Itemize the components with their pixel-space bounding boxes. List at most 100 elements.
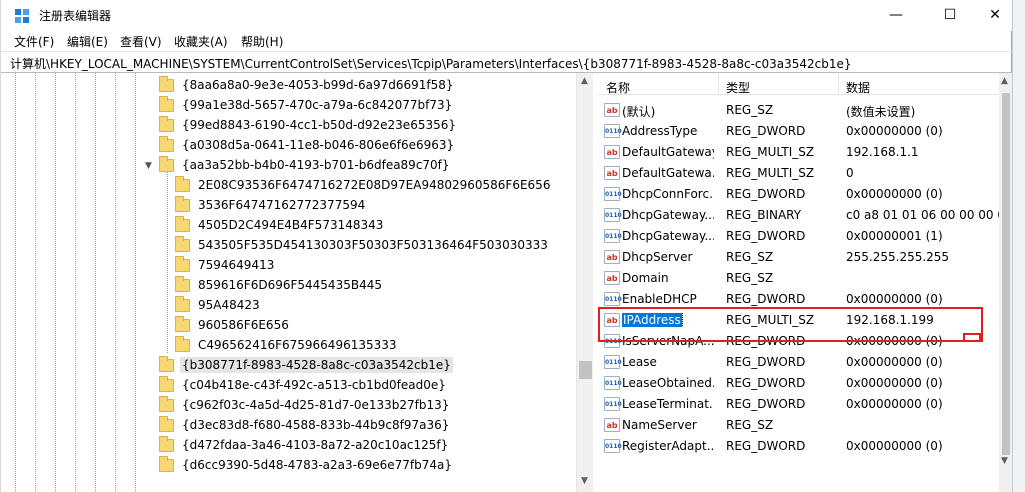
string-value-icon: ab (604, 166, 620, 180)
scroll-up-icon[interactable]: ▲ (1001, 76, 1008, 86)
tree-item[interactable]: {d6cc9390-5d48-4783-a2a3-69e6e77fb74a} (159, 455, 454, 475)
column-divider[interactable] (718, 73, 719, 95)
scroll-down-icon[interactable]: ▼ (581, 476, 588, 486)
values-scrollbar[interactable]: ▲ ▼ (999, 73, 1012, 492)
value-type: REG_DWORD (726, 124, 806, 138)
value-row[interactable]: 0110 AddressType REG_DWORD 0x00000000 (0) (598, 121, 999, 142)
value-row[interactable]: ab Domain REG_SZ (598, 268, 999, 289)
tree-scrollbar[interactable]: ▲ ▼ (576, 73, 593, 492)
tree-item[interactable]: 543505F535D454130303F50303F503136464F503… (175, 235, 550, 255)
value-name: RegisterAdapt... (622, 439, 714, 453)
tree-item[interactable]: {99a1e38d-5657-470c-a79a-6c842077bf73} (159, 95, 454, 115)
binary-value-icon: 0110 (604, 376, 622, 390)
string-value-icon: ab (604, 271, 620, 285)
binary-value-icon: 0110 (604, 124, 622, 138)
value-row[interactable]: ab DefaultGatewa... REG_MULTI_SZ 0 (598, 163, 999, 184)
value-name: Domain (622, 271, 669, 285)
tree-pane[interactable]: {8aa6a8a0-9e3e-4053-b99d-6a97d6691f58} {… (9, 73, 593, 492)
string-value-icon: ab (604, 250, 620, 264)
column-data[interactable]: 数据 (846, 79, 870, 96)
menu-favorites[interactable]: 收藏夹(A) (174, 33, 228, 50)
tree-item[interactable]: 3536F64747162772377594 (175, 195, 367, 215)
menu-file[interactable]: 文件(F) (14, 33, 54, 50)
binary-value-icon: 0110 (604, 355, 622, 369)
tree-item[interactable]: 2E08C93536F6474716272E08D97EA94802960586… (175, 175, 552, 195)
column-type[interactable]: 类型 (726, 79, 750, 96)
value-data: 0x00000000 (0) (846, 397, 943, 411)
folder-icon (159, 375, 174, 392)
tree-item-label: 4505D2C494E4B4F573148343 (198, 218, 384, 232)
minimize-icon: — (889, 7, 903, 23)
column-name[interactable]: 名称 (606, 79, 630, 96)
folder-icon (159, 435, 174, 452)
title-bar[interactable]: 注册表编辑器 — ☐ ✕ (1, 0, 1013, 31)
value-row[interactable]: 0110 RegisterAdapt... REG_DWORD 0x00000000 … (598, 436, 999, 457)
value-data: 0 (846, 166, 854, 180)
value-name: (默认) (622, 105, 656, 119)
tree-item[interactable]: C496562416F675966496135333 (175, 335, 399, 355)
value-row[interactable]: ab (默认) REG_SZ (数值未设置) (598, 100, 999, 121)
tree-item-label: {aa3a52bb-b4b0-4193-b701-b6dfea89c70f} (182, 158, 450, 172)
value-name: DhcpGateway... (622, 229, 714, 243)
tree-scroll-thumb[interactable] (579, 361, 592, 379)
column-divider[interactable] (838, 73, 839, 95)
tree-item[interactable]: 4505D2C494E4B4F573148343 (175, 215, 385, 235)
tree-item[interactable]: 7594649413 (175, 255, 276, 275)
window-title: 注册表编辑器 (39, 9, 112, 23)
folder-icon (159, 355, 174, 372)
tree-item[interactable]: 859616F6D696F5445435B445 (175, 275, 384, 295)
menu-view[interactable]: 查看(V) (120, 33, 162, 50)
value-row[interactable]: 0110 Lease REG_DWORD 0x00000000 (0) (598, 352, 999, 373)
tree-item[interactable]: {8aa6a8a0-9e3e-4053-b99d-6a97d6691f58} (159, 75, 456, 95)
menu-edit[interactable]: 编辑(E) (67, 33, 108, 50)
value-row[interactable]: 0110 LeaseObtained... REG_DWORD 0x00000000 … (598, 373, 999, 394)
registry-editor-window: 注册表编辑器 — ☐ ✕ 文件(F) 编辑(E) 查看(V) 收藏夹(A) 帮助… (0, 0, 1013, 492)
tree-item[interactable]: {a0308d5a-0641-11e8-b046-806e6f6e6963} (159, 135, 456, 155)
tree-item-label: {99a1e38d-5657-470c-a79a-6c842077bf73} (182, 98, 453, 112)
value-row[interactable]: ab DhcpServer REG_SZ 255.255.255.255 (598, 247, 999, 268)
tree-item[interactable]: {c962f03c-4a5d-4d25-81d7-0e133b27fb13} (159, 395, 451, 415)
value-type: REG_SZ (726, 103, 774, 117)
tree-item-label: 7594649413 (198, 258, 275, 272)
menu-help[interactable]: 帮助(H) (241, 33, 283, 50)
values-scroll-thumb[interactable] (1002, 93, 1010, 455)
tree-guide-line (15, 73, 16, 492)
tree-item[interactable]: {c04b418e-c43f-492c-a513-cb1bd0fead0e} (159, 375, 448, 395)
value-row[interactable]: 0110 DhcpGateway... REG_BINARY c0 a8 01 01 … (598, 205, 999, 226)
tree-item-label: 3536F64747162772377594 (198, 198, 366, 212)
tree-item-selected[interactable]: {b308771f-8983-4528-8a8c-c03a3542cb1e} (159, 355, 453, 375)
collapse-chevron-icon[interactable]: ▼ (145, 161, 152, 171)
tree-item[interactable]: {aa3a52bb-b4b0-4193-b701-b6dfea89c70f} (159, 155, 452, 175)
annotation-highlight-box (598, 307, 983, 342)
address-bar[interactable]: 计算机\HKEY_LOCAL_MACHINE\SYSTEM\CurrentCon… (1, 51, 1013, 73)
scroll-up-icon[interactable]: ▲ (581, 76, 588, 86)
tree-item[interactable]: {d3ec83d8-f680-4588-833b-44b9c8f97a36} (159, 415, 451, 435)
tree-item-label: {c962f03c-4a5d-4d25-81d7-0e133b27fb13} (182, 398, 450, 412)
value-row[interactable]: 0110 DhcpGateway... REG_DWORD 0x00000001 (1… (598, 226, 999, 247)
value-data: 255.255.255.255 (846, 250, 950, 264)
folder-icon (159, 115, 174, 132)
value-row[interactable]: 0110 DhcpConnForc... REG_DWORD 0x00000000 (… (598, 184, 999, 205)
value-type: REG_MULTI_SZ (726, 145, 815, 159)
values-list[interactable]: 名称 类型 数据 ab (默认) REG_SZ (数值未设置) 0110 Address… (598, 73, 999, 492)
tree-item-label: {8aa6a8a0-9e3e-4053-b99d-6a97d6691f58} (182, 78, 454, 92)
tree-item[interactable]: {d472fdaa-3a46-4103-8a72-a20c10ac125f} (159, 435, 450, 455)
value-name: DhcpGateway... (622, 208, 714, 222)
value-row[interactable]: ab DefaultGateway REG_MULTI_SZ 192.168.1.1 (598, 142, 999, 163)
tree-item[interactable]: 95A48423 (175, 295, 262, 315)
value-type: REG_DWORD (726, 376, 806, 390)
tree-item-label: {a0308d5a-0641-11e8-b046-806e6f6e6963} (182, 138, 455, 152)
value-name: Lease (622, 355, 657, 369)
scroll-down-icon[interactable]: ▼ (1001, 456, 1008, 466)
tree-item[interactable]: {99ed8843-6190-4cc1-b50d-d92e23e65356} (159, 115, 458, 135)
value-row[interactable]: ab NameServer REG_SZ (598, 415, 999, 436)
minimize-button[interactable]: — (873, 0, 919, 30)
maximize-button[interactable]: ☐ (927, 0, 973, 30)
folder-icon (175, 295, 190, 312)
value-row[interactable]: 0110 LeaseTerminat... REG_DWORD 0x00000000 … (598, 394, 999, 415)
close-icon: ✕ (989, 7, 1001, 23)
tree-item[interactable]: 960586F6E656 (175, 315, 291, 335)
folder-icon (159, 395, 174, 412)
tree-item-label: 960586F6E656 (198, 318, 289, 332)
value-type: REG_SZ (726, 250, 774, 264)
